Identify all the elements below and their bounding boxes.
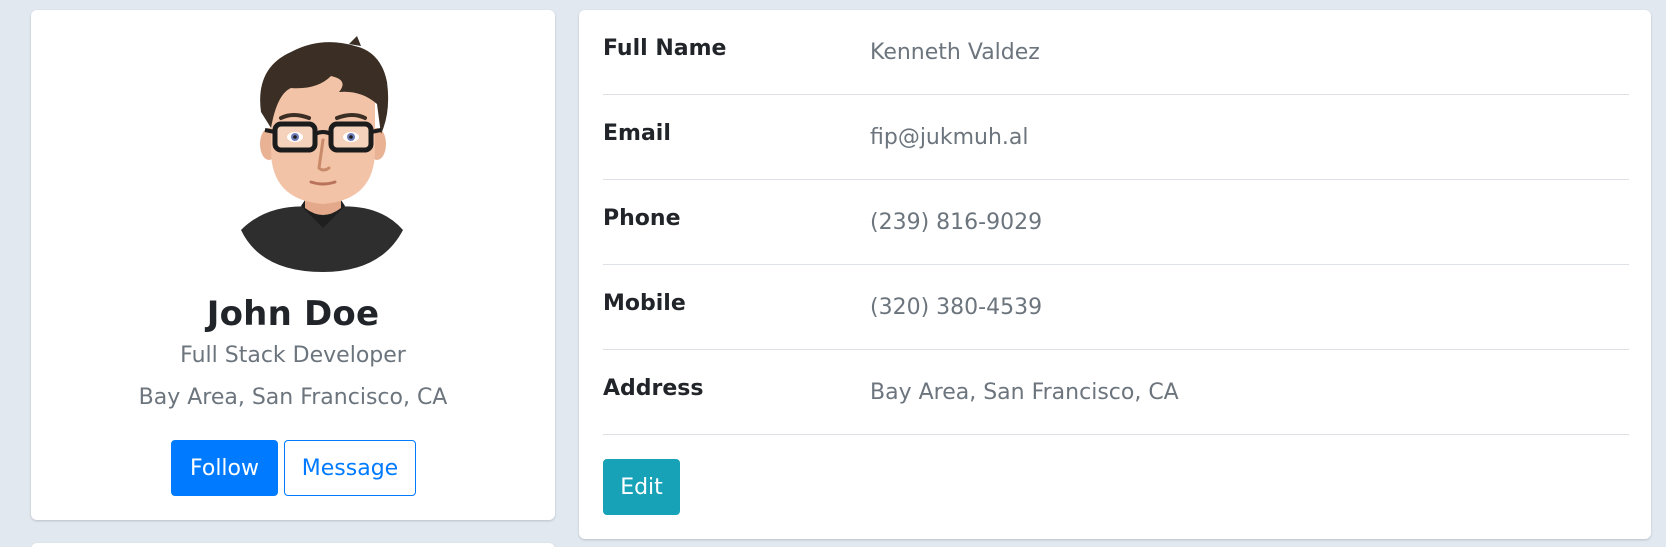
- profile-card: John Doe Full Stack Developer Bay Area, …: [31, 10, 555, 520]
- detail-row-email: Email fip@jukmuh.al: [603, 95, 1629, 180]
- profile-page: John Doe Full Stack Developer Bay Area, …: [0, 0, 1666, 547]
- profile-location: Bay Area, San Francisco, CA: [138, 385, 448, 410]
- detail-value: fip@jukmuh.al: [870, 125, 1029, 150]
- edit-button[interactable]: Edit: [603, 459, 680, 515]
- detail-value: (239) 816-9029: [870, 210, 1043, 235]
- detail-label: Full Name: [603, 36, 727, 61]
- message-button[interactable]: Message: [284, 440, 416, 496]
- detail-row-mobile: Mobile (320) 380-4539: [603, 265, 1629, 350]
- avatar: [241, 36, 403, 272]
- detail-label: Address: [603, 376, 704, 401]
- detail-row-phone: Phone (239) 816-9029: [603, 180, 1629, 265]
- next-card: [31, 543, 555, 547]
- detail-label: Email: [603, 121, 671, 146]
- detail-label: Phone: [603, 206, 681, 231]
- detail-row-full-name: Full Name Kenneth Valdez: [603, 10, 1629, 95]
- details-card: Full Name Kenneth Valdez Email fip@jukmu…: [579, 10, 1651, 539]
- detail-label: Mobile: [603, 291, 686, 316]
- detail-value: (320) 380-4539: [870, 295, 1043, 320]
- detail-row-address: Address Bay Area, San Francisco, CA: [603, 350, 1629, 435]
- detail-value: Kenneth Valdez: [870, 40, 1040, 65]
- follow-button[interactable]: Follow: [171, 440, 278, 496]
- profile-job-title: Full Stack Developer: [180, 343, 406, 368]
- detail-value: Bay Area, San Francisco, CA: [870, 380, 1179, 405]
- profile-name: John Doe: [206, 294, 380, 334]
